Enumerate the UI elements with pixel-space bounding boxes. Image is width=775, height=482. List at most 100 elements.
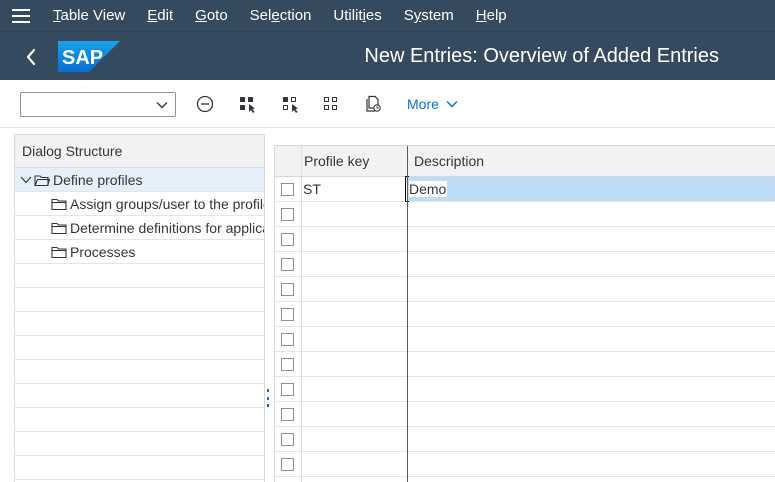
description-cell[interactable] <box>408 277 775 301</box>
select-block-icon <box>324 97 337 110</box>
menu-goto[interactable]: Goto <box>184 0 239 31</box>
tree-empty-row <box>15 360 264 384</box>
row-select-checkbox[interactable] <box>281 433 294 446</box>
profile-key-cell[interactable] <box>302 302 406 326</box>
row-select-checkbox[interactable] <box>281 358 294 371</box>
description-cell[interactable] <box>408 327 775 351</box>
row-select-checkbox[interactable] <box>281 208 294 221</box>
copy-document-icon <box>366 95 381 112</box>
profile-key-cell[interactable] <box>302 377 406 401</box>
tree-empty-row <box>15 456 264 480</box>
table-header: Profile key Description <box>275 146 775 177</box>
description-cell[interactable] <box>408 302 775 326</box>
panel-splitter-handle[interactable] <box>265 389 271 407</box>
profile-key-cell[interactable]: ST <box>302 177 406 201</box>
menu-table-view[interactable]: Table View <box>42 0 136 31</box>
tree-node-label: Processes <box>70 244 136 260</box>
table-row <box>275 277 775 302</box>
tree-empty-row <box>15 432 264 456</box>
table-row <box>275 352 775 377</box>
row-select-checkbox[interactable] <box>281 183 294 196</box>
profile-key-cell[interactable] <box>302 252 406 276</box>
entries-table: Profile key Description ST Demo <box>274 145 775 482</box>
menu-utilities[interactable]: Utilities <box>322 0 392 31</box>
description-value: Demo <box>409 181 448 197</box>
column-divider[interactable] <box>407 146 408 482</box>
deselect-all-button[interactable] <box>279 93 303 115</box>
description-cell[interactable] <box>408 227 775 251</box>
profile-key-cell[interactable] <box>302 327 406 351</box>
select-all-icon <box>240 97 255 113</box>
menu-selection[interactable]: Selection <box>239 0 323 31</box>
table-row <box>275 327 775 352</box>
table-row <box>275 452 775 477</box>
column-header-description[interactable]: Description <box>414 146 484 177</box>
more-button[interactable]: More <box>407 93 459 115</box>
row-select-checkbox[interactable] <box>281 258 294 271</box>
row-select-checkbox[interactable] <box>281 233 294 246</box>
chevron-down-icon[interactable] <box>20 175 32 185</box>
profile-key-cell[interactable] <box>302 452 406 476</box>
menu-system[interactable]: System <box>393 0 465 31</box>
tree-node-define-profiles[interactable]: Define profiles <box>15 168 264 192</box>
table-row <box>275 427 775 452</box>
tree-node-label: Determine definitions for applications <box>70 220 264 236</box>
description-cell[interactable] <box>408 402 775 426</box>
profile-key-cell[interactable] <box>302 227 406 251</box>
tree-node-assign-groups[interactable]: Assign groups/user to the profile <box>15 192 264 216</box>
description-cell[interactable] <box>408 452 775 476</box>
menu-edit[interactable]: Edit <box>136 0 184 31</box>
table-row <box>275 252 775 277</box>
tree-empty-row <box>15 264 264 288</box>
hamburger-menu-icon[interactable] <box>0 0 42 31</box>
profile-key-cell[interactable] <box>302 427 406 451</box>
row-select-checkbox[interactable] <box>281 408 294 421</box>
menu-help[interactable]: Help <box>465 0 518 31</box>
column-header-profile-key[interactable]: Profile key <box>304 146 369 177</box>
row-select-checkbox[interactable] <box>281 308 294 321</box>
deselect-all-icon <box>283 97 298 113</box>
table-row <box>275 227 775 252</box>
select-block-button[interactable] <box>320 93 344 115</box>
description-cell[interactable] <box>408 352 775 376</box>
tree-empty-row <box>15 336 264 360</box>
folder-icon <box>51 246 67 259</box>
profile-key-cell[interactable] <box>302 202 406 226</box>
chevron-down-icon <box>156 102 168 109</box>
shell-header: SAP New Entries: Overview of Added Entri… <box>0 31 775 80</box>
folder-icon <box>51 198 67 211</box>
page-title: New Entries: Overview of Added Entries <box>364 45 719 67</box>
more-label: More <box>407 96 439 112</box>
table-row: ST Demo <box>275 176 775 202</box>
command-field-select[interactable] <box>20 92 176 117</box>
sap-logo: SAP <box>58 41 120 72</box>
back-button[interactable] <box>18 44 44 70</box>
dialog-structure-panel: Dialog Structure Define profiles Assign … <box>14 134 265 482</box>
row-select-checkbox[interactable] <box>281 333 294 346</box>
delete-row-button[interactable] <box>193 93 217 115</box>
profile-key-cell[interactable] <box>302 352 406 376</box>
profile-key-cell[interactable] <box>302 277 406 301</box>
tree-node-processes[interactable]: Processes <box>15 240 264 264</box>
dialog-structure-header: Dialog Structure <box>15 135 264 168</box>
description-cell[interactable] <box>408 427 775 451</box>
description-cell[interactable]: Demo <box>408 177 775 201</box>
table-row <box>275 302 775 327</box>
description-cell[interactable] <box>408 252 775 276</box>
tree-empty-row <box>15 288 264 312</box>
tree-node-label: Define profiles <box>53 172 143 188</box>
svg-text:SAP: SAP <box>62 47 103 69</box>
profile-key-cell[interactable] <box>302 402 406 426</box>
select-all-button[interactable] <box>236 93 260 115</box>
tree-empty-row <box>15 312 264 336</box>
minus-circle-icon <box>196 95 214 113</box>
description-cell[interactable] <box>408 202 775 226</box>
copy-as-button[interactable] <box>362 93 386 115</box>
tree-empty-row <box>15 408 264 432</box>
row-select-checkbox[interactable] <box>281 458 294 471</box>
tree-node-determine-definitions[interactable]: Determine definitions for applications <box>15 216 264 240</box>
table-row <box>275 402 775 427</box>
description-cell[interactable] <box>408 377 775 401</box>
row-select-checkbox[interactable] <box>281 283 294 296</box>
row-select-checkbox[interactable] <box>281 383 294 396</box>
